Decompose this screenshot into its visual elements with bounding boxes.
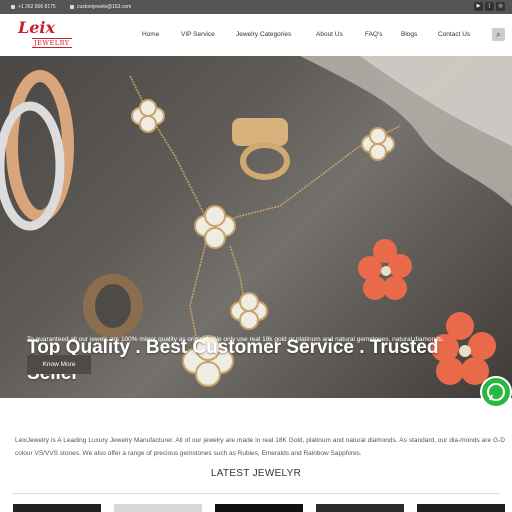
logo-script: Leix bbox=[18, 18, 56, 37]
site-header: Leix JEWELRY Home VIP Service Jewelry Ca… bbox=[0, 14, 512, 56]
hero-banner: Top Quality . Best Customer Service . Tr… bbox=[0, 56, 512, 398]
email-contact[interactable]: customjewels@163.com bbox=[70, 4, 131, 10]
product-thumb[interactable] bbox=[417, 504, 505, 512]
nav-home[interactable]: Home bbox=[142, 31, 159, 38]
latest-heading: LATEST JEWELYR bbox=[210, 468, 302, 479]
top-bar: +1 262 806 8175 customjewels@163.com ▶ )… bbox=[0, 0, 512, 14]
whatsapp-icon[interactable] bbox=[480, 376, 512, 408]
site-logo[interactable]: Leix JEWELRY bbox=[14, 18, 76, 50]
product-thumb[interactable] bbox=[13, 504, 101, 512]
hero-subtitle: To guaranteed all our jewels are 100% mi… bbox=[27, 336, 444, 343]
product-thumb[interactable] bbox=[114, 504, 202, 512]
know-more-button[interactable]: Know More bbox=[27, 355, 91, 374]
search-button[interactable]: ⌕ bbox=[492, 28, 505, 41]
nav-faqs[interactable]: FAQ's bbox=[365, 31, 383, 38]
search-icon: ⌕ bbox=[496, 30, 501, 39]
email-text: customjewels@163.com bbox=[77, 4, 132, 10]
instagram-icon[interactable]: ◎ bbox=[496, 2, 505, 11]
product-thumb[interactable] bbox=[316, 504, 404, 512]
nav-contact-us[interactable]: Contact Us bbox=[438, 31, 470, 38]
social-links: ▶ ) ◎ bbox=[474, 2, 505, 11]
section-divider bbox=[12, 493, 500, 494]
phone-contact[interactable]: +1 262 806 8175 bbox=[11, 4, 56, 10]
phone-text: +1 262 806 8175 bbox=[18, 4, 56, 10]
email-icon bbox=[70, 5, 74, 9]
rss-icon[interactable]: ) bbox=[485, 2, 494, 11]
nav-about-us[interactable]: About Us bbox=[316, 31, 343, 38]
nav-blogs[interactable]: Blogs bbox=[401, 31, 417, 38]
phone-icon bbox=[11, 5, 15, 9]
logo-word: JEWELRY bbox=[32, 38, 72, 48]
nav-jewelry-categories[interactable]: Jewelry Categories bbox=[236, 31, 291, 38]
product-thumb[interactable] bbox=[215, 504, 303, 512]
youtube-icon[interactable]: ▶ bbox=[474, 2, 483, 11]
intro-text: LeixJewelry is A Leading Luxury Jewelry … bbox=[15, 437, 505, 457]
nav-vip-service[interactable]: VIP Service bbox=[181, 31, 215, 38]
